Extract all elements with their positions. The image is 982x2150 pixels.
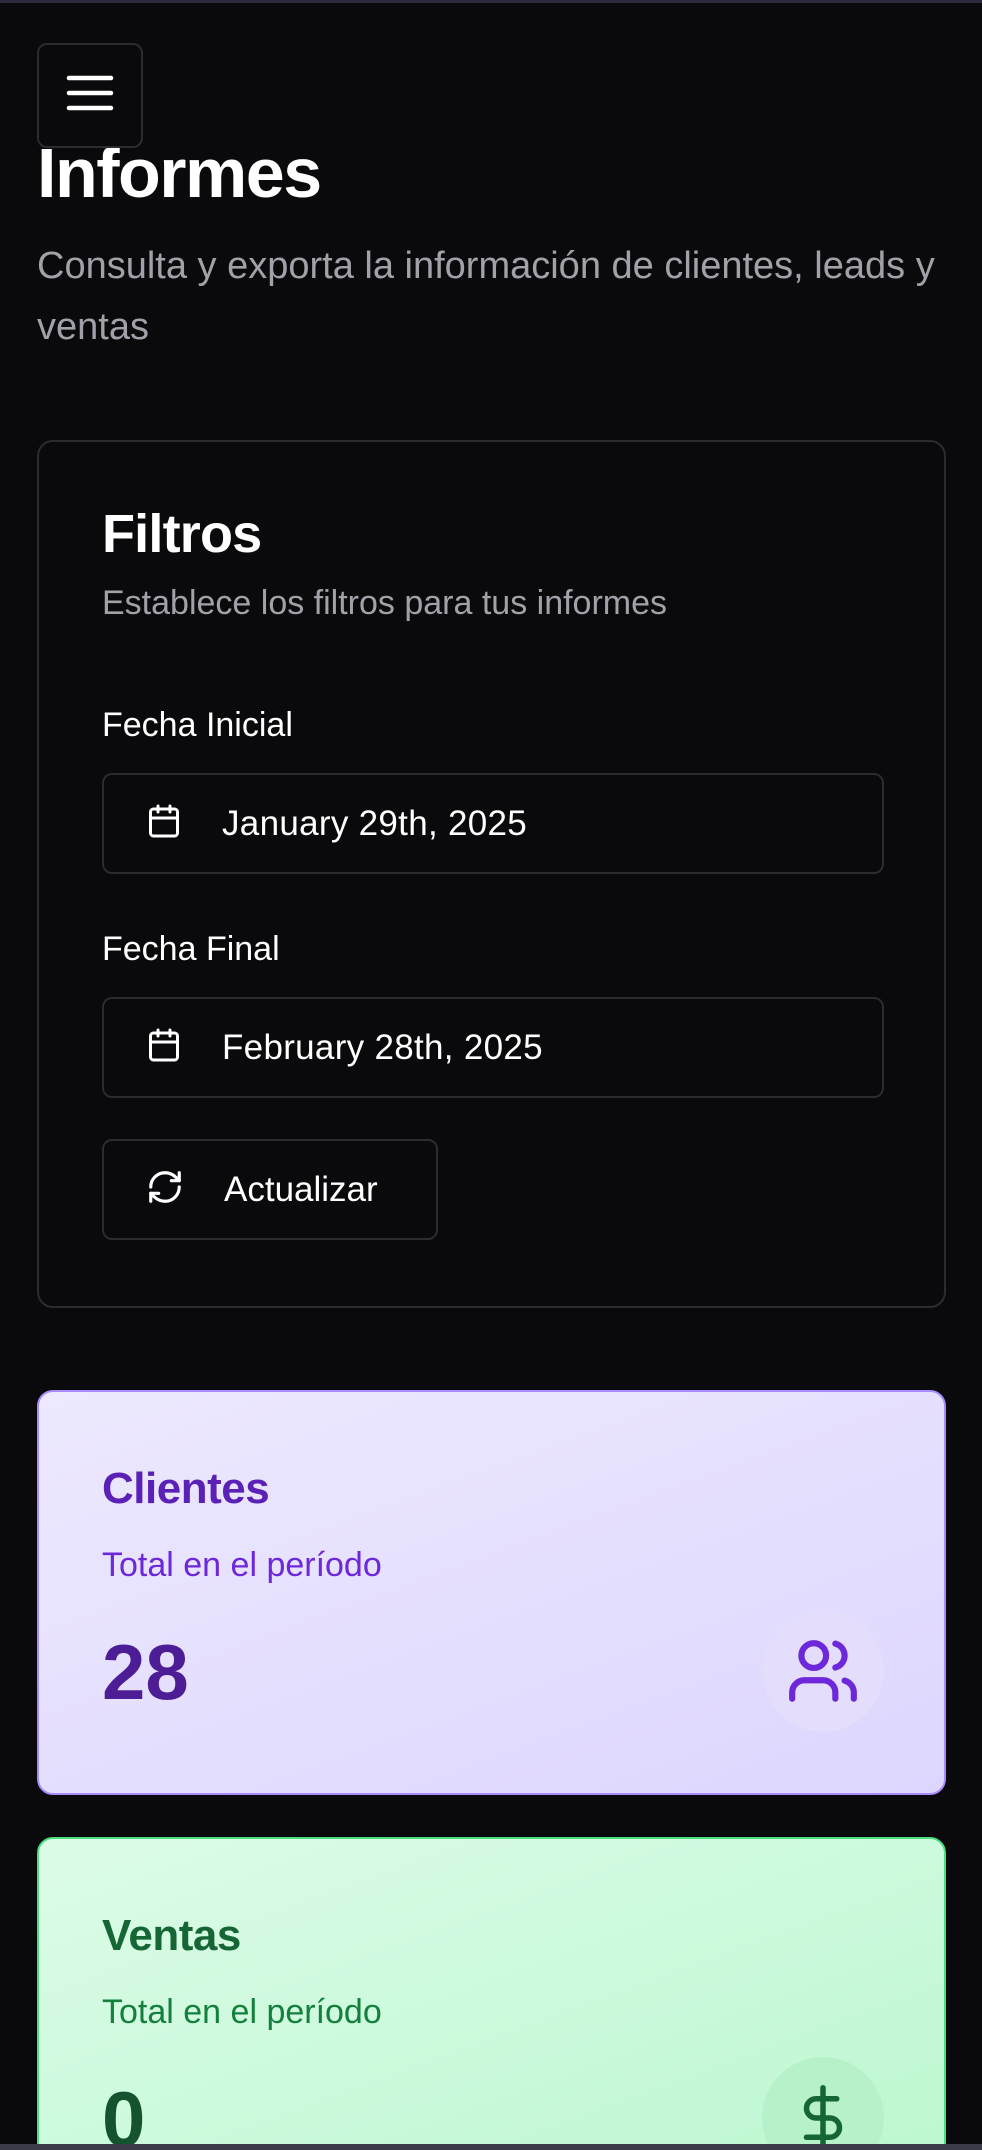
end-date-label: Fecha Final	[102, 930, 280, 968]
filters-description: Establece los filtros para tus informes	[102, 584, 668, 622]
clients-description: Total en el período	[102, 1546, 382, 1584]
filters-card: Filtros Establece los filtros para tus i…	[37, 440, 946, 1308]
clients-stat-card: Clientes Total en el período 28	[37, 1390, 946, 1795]
end-date-value: February 28th, 2025	[222, 1027, 543, 1067]
start-date-value: January 29th, 2025	[222, 803, 528, 843]
dollar-icon	[762, 2057, 884, 2150]
refresh-icon	[146, 1168, 184, 1211]
end-date-picker[interactable]: February 28th, 2025	[102, 997, 884, 1098]
top-border	[0, 0, 982, 3]
calendar-icon	[146, 1026, 182, 1069]
sales-description: Total en el período	[102, 1993, 382, 2031]
users-icon	[762, 1610, 884, 1732]
sales-stat-card: Ventas Total en el período 0	[37, 1837, 946, 2150]
menu-button[interactable]	[37, 43, 143, 148]
calendar-icon	[146, 802, 182, 845]
bottom-border	[0, 2144, 982, 2150]
clients-title: Clientes	[102, 1464, 270, 1513]
sales-count: 0	[102, 2075, 146, 2150]
refresh-button[interactable]: Actualizar	[102, 1139, 438, 1240]
refresh-label: Actualizar	[224, 1169, 378, 1209]
start-date-label: Fecha Inicial	[102, 706, 293, 744]
clients-count: 28	[102, 1628, 189, 1716]
filters-title: Filtros	[102, 504, 262, 564]
hamburger-menu-icon	[66, 73, 114, 118]
reports-page: Informes Consulta y exporta la informaci…	[0, 0, 982, 2150]
page-subtitle: Consulta y exporta la información de cli…	[37, 245, 935, 348]
start-date-picker[interactable]: January 29th, 2025	[102, 773, 884, 874]
sales-title: Ventas	[102, 1911, 241, 1960]
